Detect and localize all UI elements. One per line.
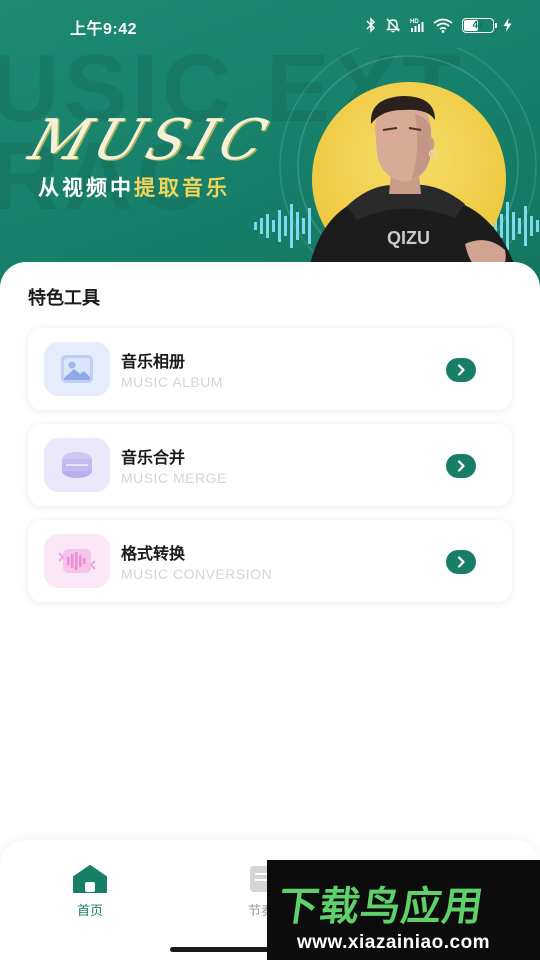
tool-subtitle: MUSIC CONVERSION	[121, 566, 273, 582]
hd-signal-icon: HD	[410, 19, 424, 32]
wifi-icon	[433, 18, 453, 33]
home-icon	[73, 865, 107, 893]
mute-bell-icon	[385, 18, 401, 33]
banner-subtitle: 从视频中提取音乐	[38, 172, 230, 202]
watermark: 下载鸟应用 www.xiazainiao.com	[267, 860, 540, 960]
nav-label-home: 首页	[76, 904, 103, 919]
battery-level: 47	[472, 19, 484, 31]
header-banner: USIC EXT RAC 上午9:42 HD 47 MUSIC 从视频中提取音乐…	[0, 0, 540, 290]
tool-subtitle: MUSIC ALBUM	[121, 374, 223, 390]
music-logo: MUSIC	[21, 108, 281, 173]
chevron-right-icon[interactable]	[446, 358, 476, 382]
nav-item-home[interactable]: 首页	[50, 864, 130, 924]
tool-title: 格式转换	[121, 544, 186, 563]
banner-subtitle-prefix: 从视频中	[38, 176, 134, 200]
tool-card-music-merge[interactable]: 音乐合并 MUSIC MERGE	[28, 424, 512, 506]
watermark-logo: 下载鸟应用	[275, 884, 487, 930]
format-convert-icon	[44, 534, 110, 588]
status-icons: HD 47	[366, 14, 512, 36]
banner-subtitle-highlight: 提取音乐	[134, 176, 230, 200]
svg-text:HD: HD	[410, 19, 419, 25]
photo-album-icon	[44, 342, 110, 396]
tool-subtitle: MUSIC MERGE	[121, 470, 227, 486]
person-illustration: QIZU	[305, 96, 523, 290]
watermark-url: www.xiazainiao.com	[297, 932, 491, 953]
charging-icon	[503, 18, 512, 32]
bluetooth-icon	[366, 17, 376, 33]
chevron-right-icon[interactable]	[446, 454, 476, 478]
merge-disc-icon	[44, 438, 110, 492]
battery-icon: 47	[462, 17, 497, 33]
tool-title: 音乐合并	[121, 448, 186, 467]
section-title: 特色工具	[28, 288, 100, 309]
tool-card-music-album[interactable]: 音乐相册 MUSIC ALBUM	[28, 328, 512, 410]
tool-card-format-conversion[interactable]: 格式转换 MUSIC CONVERSION	[28, 520, 512, 602]
status-bar: 上午9:42 HD 47	[0, 0, 540, 50]
chevron-right-icon[interactable]	[446, 550, 476, 574]
status-time: 上午9:42	[70, 21, 138, 38]
tool-title: 音乐相册	[121, 352, 186, 371]
svg-text:QIZU: QIZU	[387, 228, 430, 248]
